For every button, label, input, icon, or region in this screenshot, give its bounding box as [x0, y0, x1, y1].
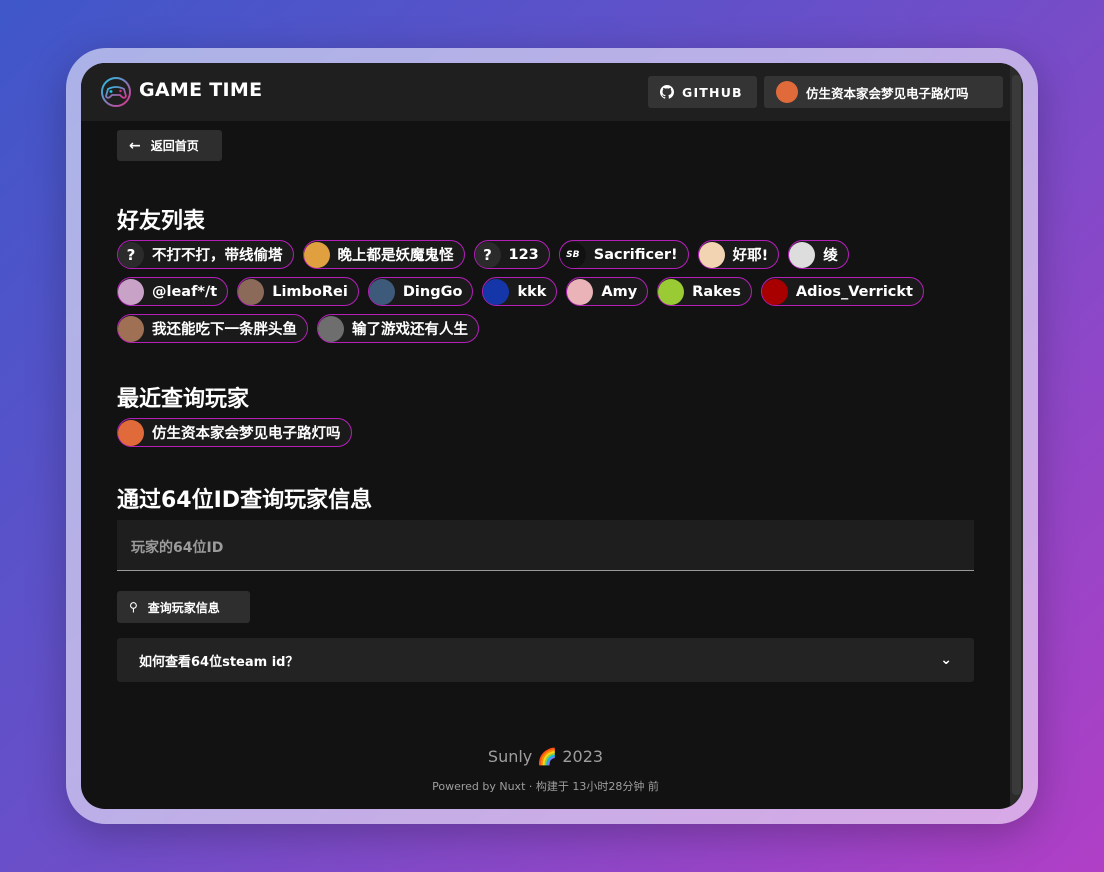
app-window: GAME TIME GITHUB 仿生资本家会梦见电子路灯吗 ← 返回首页 好友…: [81, 63, 1023, 809]
player-chip[interactable]: LimboRei: [237, 277, 359, 306]
player-name: 绫: [823, 248, 838, 264]
player-chip[interactable]: 好耶!: [697, 240, 780, 269]
player-name: Rakes: [692, 283, 741, 300]
player-avatar: [238, 278, 265, 305]
player-name: LimboRei: [272, 283, 348, 300]
player-chip[interactable]: 输了游戏还有人生: [317, 314, 479, 343]
player-name: 123: [508, 246, 539, 263]
footer-credit: Sunly 🌈 2023: [487, 747, 604, 766]
player-chip[interactable]: kkk: [482, 277, 558, 306]
scrollbar-thumb[interactable]: [1012, 75, 1021, 795]
back-home-button[interactable]: ← 返回首页: [117, 130, 222, 161]
player-avatar: [118, 315, 144, 342]
player-chip[interactable]: Amy: [566, 277, 649, 306]
player-avatar: ?: [118, 241, 144, 268]
player-name: 不打不打，带线偷塔: [152, 248, 283, 264]
user-search-icon: ⚲: [129, 600, 138, 614]
player-chip[interactable]: 绫: [788, 240, 849, 269]
player-avatar: [698, 241, 725, 268]
player-name: 好耶!: [732, 248, 769, 264]
player-name: DingGo: [402, 283, 463, 300]
friends-list: ? 不打不打，带线偷塔 晚上都是妖魔鬼怪? 123 SB Sacrificer! 好耶! 绫 @…: [117, 240, 957, 343]
back-home-label: 返回首页: [150, 139, 199, 153]
player-name: 晚上都是妖魔鬼怪: [337, 248, 454, 264]
search-title: 通过64位ID查询玩家信息: [117, 488, 373, 513]
faq-label: 如何查看64位steam id？: [139, 654, 299, 670]
scrollbar[interactable]: [1010, 63, 1023, 809]
steam-id-placeholder: 玩家的64位ID: [131, 540, 224, 556]
player-name: kkk: [517, 283, 547, 300]
query-player-button[interactable]: ⚲ 查询玩家信息: [117, 591, 250, 623]
player-chip[interactable]: Rakes: [657, 277, 752, 306]
player-name: 仿生资本家会梦见电子路灯吗: [152, 426, 341, 442]
player-name: 输了游戏还有人生: [352, 322, 468, 338]
player-chip[interactable]: DingGo: [367, 277, 474, 306]
chevron-down-icon: ⌄: [940, 652, 952, 668]
player-chip[interactable]: @leaf*/t: [117, 277, 229, 306]
player-avatar: [318, 315, 344, 342]
recent-list: 仿生资本家会梦见电子路灯吗: [117, 418, 957, 447]
player-chip[interactable]: Adios_Verrickt: [760, 277, 924, 306]
recent-title: 最近查询玩家: [117, 387, 250, 412]
player-avatar: [789, 241, 816, 268]
top-bar: GAME TIME GITHUB 仿生资本家会梦见电子路灯吗: [81, 63, 1010, 121]
player-avatar: [118, 419, 144, 446]
current-user-button[interactable]: 仿生资本家会梦见电子路灯吗: [764, 76, 1003, 108]
current-user-label: 仿生资本家会梦见电子路灯吗: [806, 85, 969, 101]
player-avatar: [118, 278, 144, 305]
player-chip[interactable]: 仿生资本家会梦见电子路灯吗: [117, 418, 352, 447]
player-name: Adios_Verrickt: [795, 283, 913, 300]
player-name: Sacrificer!: [593, 246, 678, 263]
github-button[interactable]: GITHUB: [648, 76, 757, 108]
player-avatar: [658, 278, 685, 305]
player-chip[interactable]: 晚上都是妖魔鬼怪: [302, 240, 465, 269]
player-chip[interactable]: ? 123: [473, 240, 550, 269]
player-chip[interactable]: SB Sacrificer!: [558, 240, 689, 269]
github-icon: [660, 85, 674, 99]
player-name: 我还能吃下一条胖头鱼: [152, 322, 297, 338]
footer-build-info: Powered by Nuxt · 构建于 13小时28分钟 前: [432, 780, 659, 793]
steam-id-input[interactable]: 玩家的64位ID: [117, 520, 974, 571]
github-label: GITHUB: [682, 84, 743, 100]
steam-id-help-accordion[interactable]: 如何查看64位steam id？ ⌄: [117, 638, 974, 682]
player-name: @leaf*/t: [152, 283, 218, 300]
friends-title: 好友列表: [117, 209, 206, 234]
arrow-left-icon: ←: [129, 137, 141, 154]
user-avatar: [776, 81, 798, 103]
player-avatar: [303, 241, 330, 268]
app-title: GAME TIME: [139, 79, 263, 101]
player-chip[interactable]: 我还能吃下一条胖头鱼: [117, 314, 308, 343]
player-avatar: [483, 278, 510, 305]
gamepad-logo-icon: [101, 77, 131, 107]
player-avatar: SB: [559, 241, 586, 268]
player-avatar: [567, 278, 594, 305]
player-avatar: ?: [474, 241, 501, 268]
query-player-label: 查询玩家信息: [147, 600, 220, 615]
player-chip[interactable]: ? 不打不打，带线偷塔: [117, 240, 294, 269]
player-avatar: [368, 278, 395, 305]
player-name: Amy: [601, 283, 638, 300]
player-avatar: [761, 278, 788, 305]
